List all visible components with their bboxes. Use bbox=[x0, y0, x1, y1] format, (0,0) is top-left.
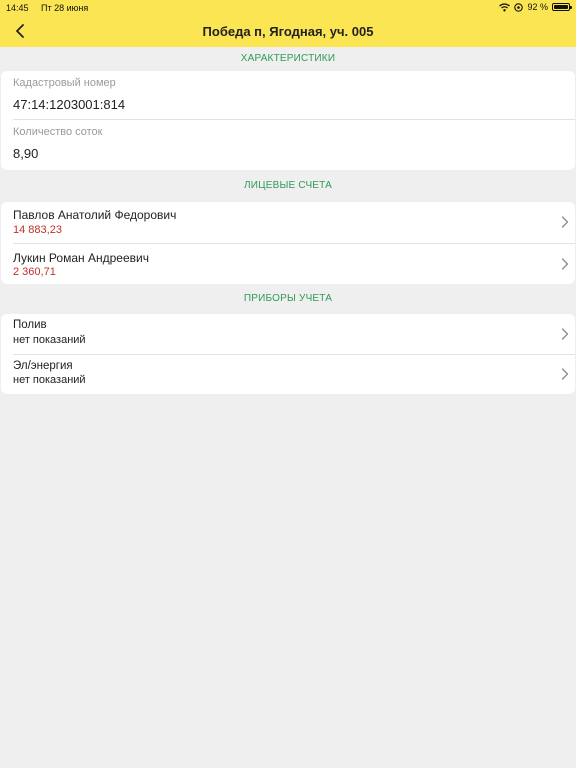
location-icon bbox=[514, 2, 524, 12]
battery-icon bbox=[552, 3, 572, 11]
area-value: 8,90 bbox=[13, 146, 39, 161]
nav-bar: Победа п, Ягодная, уч. 005 bbox=[0, 16, 576, 47]
meter-status: нет показаний bbox=[13, 334, 86, 346]
meter-row[interactable]: Полив нет показаний bbox=[1, 314, 575, 354]
section-meters-title: ПРИБОРЫ УЧЕТА bbox=[243, 293, 333, 304]
status-left: 14:45 Пт 28 июня bbox=[6, 3, 88, 13]
battery-percent: 92 % bbox=[527, 2, 548, 12]
wifi-icon bbox=[499, 2, 511, 11]
status-right: 92 % bbox=[499, 2, 572, 12]
status-time: 14:45 bbox=[6, 3, 29, 13]
area-label: Количество соток bbox=[13, 126, 103, 138]
chevron-right-icon bbox=[561, 328, 569, 340]
section-characteristics-title: ХАРАКТЕРИСТИКИ bbox=[240, 53, 336, 64]
cadastral-label: Кадастровый номер bbox=[13, 77, 116, 89]
meter-status: нет показаний bbox=[13, 374, 86, 386]
account-amount: 2 360,71 bbox=[13, 266, 56, 278]
status-bar: 14:45 Пт 28 июня 92 % bbox=[0, 0, 576, 16]
divider bbox=[13, 119, 575, 120]
section-accounts-title: ЛИЦЕВЫЕ СЧЕТА bbox=[243, 180, 333, 191]
cadastral-value: 47:14:1203001:814 bbox=[13, 97, 126, 112]
account-row[interactable]: Павлов Анатолий Федорович 14 883,23 bbox=[1, 202, 575, 243]
meters-card: Полив нет показаний Эл/энергия нет показ… bbox=[1, 314, 575, 394]
characteristics-card: Кадастровый номер 47:14:1203001:814 Коли… bbox=[1, 71, 575, 170]
chevron-right-icon bbox=[561, 216, 569, 228]
app-header: 14:45 Пт 28 июня 92 % Победа п, Ягодная,… bbox=[0, 0, 576, 47]
account-name: Павлов Анатолий Федорович bbox=[13, 208, 177, 222]
page-title: Победа п, Ягодная, уч. 005 bbox=[202, 24, 374, 39]
account-row[interactable]: Лукин Роман Андреевич 2 360,71 bbox=[1, 243, 575, 284]
chevron-right-icon bbox=[561, 258, 569, 270]
account-name: Лукин Роман Андреевич bbox=[13, 251, 149, 265]
chevron-right-icon bbox=[561, 368, 569, 380]
battery-level bbox=[554, 5, 568, 9]
status-date: Пт 28 июня bbox=[41, 3, 89, 13]
meter-name: Полив bbox=[13, 319, 47, 331]
account-amount: 14 883,23 bbox=[13, 224, 62, 236]
accounts-card: Павлов Анатолий Федорович 14 883,23 Луки… bbox=[1, 202, 575, 284]
meter-name: Эл/энергия bbox=[13, 360, 73, 372]
meter-row[interactable]: Эл/энергия нет показаний bbox=[1, 354, 575, 394]
